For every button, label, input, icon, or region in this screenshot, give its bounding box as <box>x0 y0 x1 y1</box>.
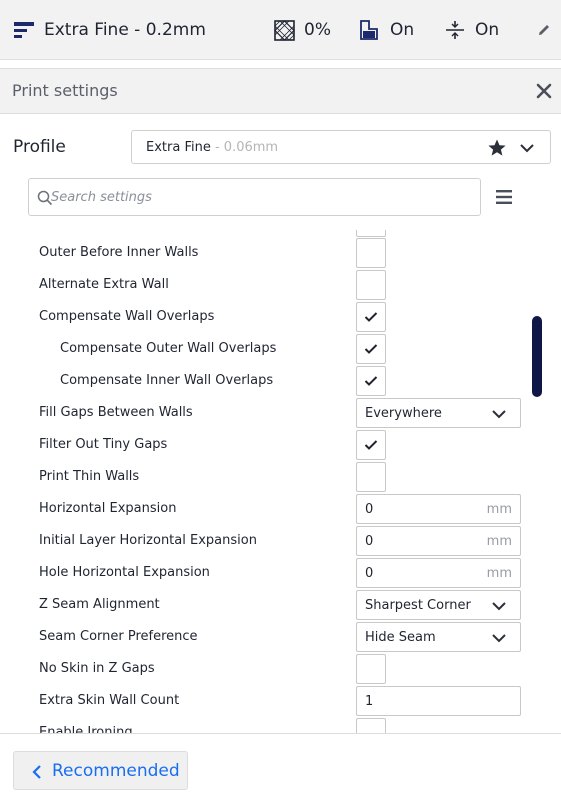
setting-row: Enable Ironing <box>0 717 530 733</box>
checkmark-icon <box>364 344 378 354</box>
adhesion-icon <box>446 0 464 60</box>
checkmark-icon <box>364 440 378 450</box>
printer-profile-icon <box>14 0 34 60</box>
field-value: 0 <box>365 502 374 517</box>
profile-name: Extra Fine <box>146 140 211 155</box>
profile-label: Profile <box>13 137 66 157</box>
field-unit: mm <box>486 502 512 517</box>
chevron-down-icon <box>518 139 536 157</box>
setting-label: Extra Skin Wall Count <box>39 693 180 708</box>
profile-summary-button[interactable]: Extra Fine - 0.2mm <box>44 0 206 60</box>
settings-scrollbar[interactable] <box>532 316 542 397</box>
setting-dropdown[interactable]: Everywhere <box>356 398 521 428</box>
top-bar: Extra Fine - 0.2mm 0% On On <box>0 0 561 60</box>
setting-number-field[interactable]: 0 mm <box>356 558 521 588</box>
field-unit: mm <box>486 566 512 581</box>
dropdown-value: Sharpest Corner <box>365 598 471 613</box>
setting-checkbox[interactable] <box>356 430 386 460</box>
setting-label: Alternate Extra Wall <box>39 277 169 292</box>
setting-row: Compensate Outer Wall Overlaps <box>0 333 530 365</box>
adhesion-value[interactable]: On <box>475 0 499 60</box>
setting-dropdown[interactable]: Sharpest Corner <box>356 590 521 620</box>
support-value[interactable]: On <box>390 0 414 60</box>
setting-row: Compensate Inner Wall Overlaps <box>0 365 530 397</box>
infill-value[interactable]: 0% <box>304 0 331 60</box>
support-value-label: On <box>390 20 415 40</box>
setting-row: Fill Gaps Between Walls Everywhere <box>0 397 530 429</box>
dropdown-value: Everywhere <box>365 406 442 421</box>
infill-value-label: 0% <box>304 20 331 40</box>
field-value: 1 <box>365 694 374 709</box>
profile-dropdown[interactable]: Extra Fine - 0.06mm <box>131 130 551 164</box>
recommended-button[interactable]: Recommended <box>13 751 188 790</box>
setting-row: Alternate Extra Wall <box>0 269 530 301</box>
hamburger-menu-icon[interactable] <box>494 188 514 206</box>
setting-row: Filter Out Tiny Gaps <box>0 429 530 461</box>
setting-checkbox[interactable] <box>356 230 386 237</box>
chevron-left-icon <box>32 765 41 779</box>
setting-checkbox[interactable] <box>356 238 386 268</box>
field-value: 0 <box>365 534 374 549</box>
setting-row: Hole Horizontal Expansion 0 mm <box>0 557 530 589</box>
setting-label: Filter Out Tiny Gaps <box>39 437 168 452</box>
profile-summary-label: Extra Fine - 0.2mm <box>44 20 206 40</box>
setting-label: Hole Horizontal Expansion <box>39 565 210 580</box>
field-value: 0 <box>365 566 374 581</box>
settings-list[interactable]: Outer Before Inner Walls Alternate Extra… <box>0 230 561 733</box>
search-box <box>28 178 481 216</box>
close-icon[interactable] <box>533 80 555 102</box>
setting-label: No Skin in Z Gaps <box>39 661 155 676</box>
setting-label: Print Thin Walls <box>39 469 140 484</box>
chevron-down-icon <box>492 634 506 643</box>
setting-checkbox[interactable] <box>356 302 386 332</box>
support-icon <box>360 0 378 60</box>
setting-number-field[interactable]: 1 <box>356 686 521 716</box>
setting-label: Seam Corner Preference <box>39 629 198 644</box>
setting-row: Print Thin Walls <box>0 461 530 493</box>
field-unit: mm <box>486 534 512 549</box>
setting-label: Z Seam Alignment <box>39 597 160 612</box>
setting-row: No Skin in Z Gaps <box>0 653 530 685</box>
setting-row: Horizontal Expansion 0 mm <box>0 493 530 525</box>
checkmark-icon <box>364 376 378 386</box>
setting-dropdown[interactable]: Hide Seam <box>356 622 521 652</box>
setting-checkbox[interactable] <box>356 270 386 300</box>
setting-checkbox[interactable] <box>356 718 386 733</box>
setting-number-field[interactable]: 0 mm <box>356 526 521 556</box>
profile-selected-value: Extra Fine - 0.06mm <box>146 140 278 155</box>
setting-label: Horizontal Expansion <box>39 501 177 516</box>
setting-checkbox[interactable] <box>356 334 386 364</box>
setting-label: Compensate Inner Wall Overlaps <box>60 373 274 388</box>
setting-row: Z Seam Alignment Sharpest Corner <box>0 589 530 621</box>
print-settings-header: Print settings <box>0 68 561 114</box>
profile-layer-height: - 0.06mm <box>210 140 279 155</box>
setting-checkbox[interactable] <box>356 654 386 684</box>
panel-title: Print settings <box>12 81 118 100</box>
setting-label: Outer Before Inner Walls <box>39 245 199 260</box>
setting-row: Seam Corner Preference Hide Seam <box>0 621 530 653</box>
setting-label: Initial Layer Horizontal Expansion <box>39 533 257 548</box>
search-input[interactable] <box>51 187 471 207</box>
chevron-down-icon <box>492 410 506 419</box>
setting-number-field[interactable]: 0 mm <box>356 494 521 524</box>
dropdown-value: Hide Seam <box>365 630 436 645</box>
setting-row: Initial Layer Horizontal Expansion 0 mm <box>0 525 530 557</box>
setting-checkbox[interactable] <box>356 366 386 396</box>
setting-checkbox[interactable] <box>356 462 386 492</box>
infill-icon <box>274 0 295 60</box>
setting-label: Compensate Wall Overlaps <box>39 309 215 324</box>
setting-row: Extra Skin Wall Count 1 <box>0 685 530 717</box>
setting-label: Enable Ironing <box>39 725 133 733</box>
recommended-label: Recommended <box>52 761 180 781</box>
setting-row: Outer Before Inner Walls <box>0 237 530 269</box>
star-icon[interactable] <box>487 138 507 158</box>
adhesion-value-label: On <box>475 20 500 40</box>
footer: Recommended <box>0 733 561 802</box>
checkmark-icon <box>364 312 378 322</box>
chevron-down-icon <box>492 602 506 611</box>
setting-label: Compensate Outer Wall Overlaps <box>60 341 277 356</box>
setting-row: Compensate Wall Overlaps <box>0 301 530 333</box>
setting-label: Fill Gaps Between Walls <box>39 405 193 420</box>
pencil-icon[interactable] <box>537 0 551 60</box>
